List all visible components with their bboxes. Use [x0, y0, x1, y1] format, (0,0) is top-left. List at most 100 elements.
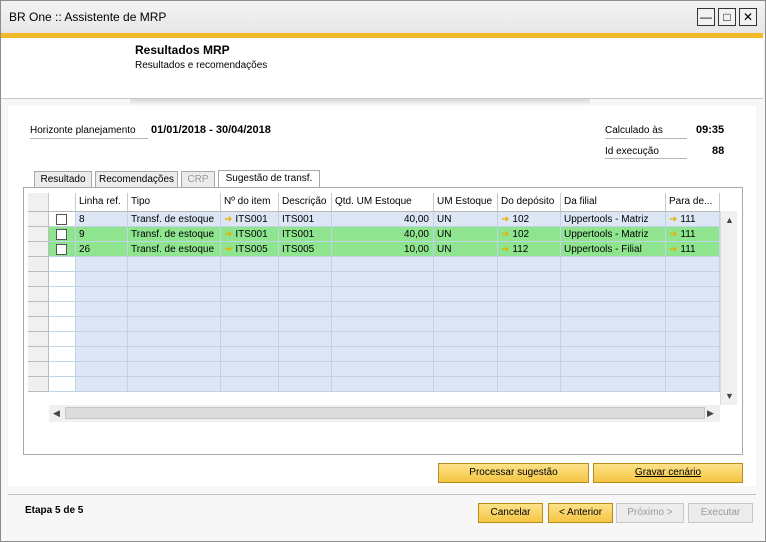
col-qtd[interactable]: Qtd. UM Estoque	[332, 193, 434, 211]
empty-cell	[279, 347, 332, 362]
execute-button[interactable]: Executar	[688, 503, 753, 523]
empty-cell	[76, 377, 128, 392]
col-da-filial[interactable]: Da filial	[561, 193, 666, 211]
scroll-up-icon[interactable]: ▲	[725, 215, 734, 225]
cell-item-text: ITS005	[235, 244, 268, 255]
scroll-right-icon[interactable]: ▶	[707, 408, 714, 419]
cell-para-dep: ➜ 111	[666, 227, 720, 242]
header-title: Resultados MRP	[135, 43, 230, 57]
empty-cell	[561, 347, 666, 362]
scroll-thumb[interactable]	[65, 407, 705, 419]
row-header	[28, 347, 49, 362]
cell-item: ➜ ITS001	[221, 212, 279, 227]
cell-ref: 8	[76, 212, 128, 227]
empty-cell	[128, 302, 221, 317]
link-arrow-icon[interactable]: ➜	[501, 244, 509, 255]
link-arrow-icon[interactable]: ➜	[669, 214, 677, 225]
empty-cell	[561, 302, 666, 317]
row-checkbox[interactable]	[56, 244, 67, 255]
table-row[interactable]: 8 Transf. de estoque ➜ ITS001 ITS001 40,0…	[28, 212, 720, 227]
calc-label: Calculado às	[605, 125, 663, 136]
empty-cell	[49, 257, 76, 272]
empty-cell	[221, 257, 279, 272]
table-row[interactable]: 9 Transf. de estoque ➜ ITS001 ITS001 40,0…	[28, 227, 720, 242]
row-checkbox-cell[interactable]	[49, 227, 76, 242]
cell-desc: ITS001	[279, 212, 332, 227]
cell-um: UN	[434, 227, 498, 242]
col-um[interactable]: UM Estoque	[434, 193, 498, 211]
row-checkbox-cell[interactable]	[49, 212, 76, 227]
tab-sugestao-transf[interactable]: Sugestão de transf.	[218, 170, 320, 188]
empty-cell	[561, 377, 666, 392]
empty-cell	[76, 317, 128, 332]
row-header	[28, 227, 49, 242]
cell-para-dep-text: 111	[680, 229, 696, 240]
link-arrow-icon[interactable]: ➜	[224, 229, 232, 240]
process-suggestion-button[interactable]: Processar sugestão	[438, 463, 589, 483]
cell-para-dep-text: 111	[680, 244, 696, 255]
cell-do-dep: ➜ 102	[498, 227, 561, 242]
empty-cell	[49, 287, 76, 302]
col-item[interactable]: Nº do item	[221, 193, 279, 211]
table-row[interactable]: 26 Transf. de estoque ➜ ITS005 ITS005 10,…	[28, 242, 720, 257]
link-arrow-icon[interactable]: ➜	[224, 244, 232, 255]
empty-cell	[332, 377, 434, 392]
row-checkbox-cell[interactable]	[49, 242, 76, 257]
empty-cell	[561, 287, 666, 302]
link-arrow-icon[interactable]: ➜	[224, 214, 232, 225]
row-header	[28, 302, 49, 317]
cancel-button[interactable]: Cancelar	[478, 503, 543, 523]
empty-cell	[76, 347, 128, 362]
previous-button[interactable]: < Anterior	[548, 503, 613, 523]
link-arrow-icon[interactable]: ➜	[501, 214, 509, 225]
save-scenario-button[interactable]: Gravar cenário	[593, 463, 743, 483]
empty-cell	[279, 272, 332, 287]
next-button[interactable]: Próximo >	[616, 503, 684, 523]
scroll-down-icon[interactable]: ▼	[725, 391, 734, 401]
vertical-scrollbar[interactable]: ▲ ▼	[720, 211, 737, 405]
empty-cell	[49, 302, 76, 317]
col-linha-ref[interactable]: Linha ref.	[76, 193, 128, 211]
link-arrow-icon[interactable]: ➜	[669, 229, 677, 240]
close-button[interactable]: ✕	[739, 8, 757, 26]
minimize-button[interactable]: —	[697, 8, 715, 26]
cell-um: UN	[434, 242, 498, 257]
col-check[interactable]	[49, 193, 76, 211]
empty-cell	[332, 347, 434, 362]
horizon-label-underline	[30, 138, 148, 139]
empty-cell	[221, 272, 279, 287]
empty-cell	[666, 272, 720, 287]
row-checkbox[interactable]	[56, 229, 67, 240]
link-arrow-icon[interactable]: ➜	[669, 244, 677, 255]
empty-cell	[498, 257, 561, 272]
empty-row	[28, 287, 720, 302]
tab-resultado[interactable]: Resultado	[34, 171, 92, 187]
tab-crp[interactable]: CRP	[181, 171, 215, 187]
cell-qtd: 40,00	[332, 212, 434, 227]
col-do-deposito[interactable]: Do depósito	[498, 193, 561, 211]
maximize-button[interactable]: □	[718, 8, 736, 26]
empty-cell	[498, 377, 561, 392]
row-header	[28, 332, 49, 347]
cell-desc: ITS001	[279, 227, 332, 242]
empty-cell	[332, 317, 434, 332]
horizontal-scrollbar[interactable]: ◀ ▶	[49, 405, 720, 422]
row-checkbox[interactable]	[56, 214, 67, 225]
empty-cell	[498, 272, 561, 287]
empty-cell	[221, 362, 279, 377]
cell-do-dep-text: 102	[512, 229, 530, 240]
empty-cell	[498, 302, 561, 317]
link-arrow-icon[interactable]: ➜	[501, 229, 509, 240]
col-para-deposito[interactable]: Para de...	[666, 193, 720, 211]
empty-cell	[76, 257, 128, 272]
empty-cell	[128, 287, 221, 302]
empty-cell	[128, 332, 221, 347]
scroll-left-icon[interactable]: ◀	[53, 408, 60, 419]
row-header	[28, 242, 49, 257]
tab-recomendacoes[interactable]: Recomendações	[95, 171, 178, 187]
empty-row	[28, 317, 720, 332]
col-descricao[interactable]: Descrição	[279, 193, 332, 211]
empty-cell	[49, 377, 76, 392]
col-tipo[interactable]: Tipo	[128, 193, 221, 211]
step-indicator: Etapa 5 de 5	[25, 505, 84, 516]
